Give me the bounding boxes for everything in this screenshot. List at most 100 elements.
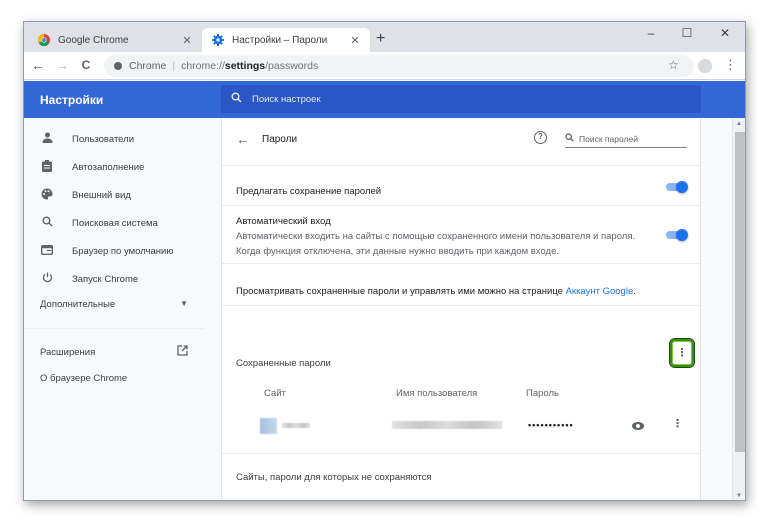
sidebar-item-label: Запуск Chrome [72, 273, 139, 285]
password-masked: ••••••••••• [528, 420, 574, 430]
column-header-site: Сайт [264, 388, 286, 399]
divider [222, 263, 702, 264]
page-scrollbar[interactable]: ▲ ▼ [732, 118, 745, 500]
scroll-up-arrow-icon[interactable]: ▲ [736, 121, 742, 127]
scrollbar-thumb[interactable] [735, 132, 745, 452]
never-saved-heading: Сайты, пароли для которых не сохраняются [236, 472, 432, 483]
divider [222, 453, 702, 454]
sidebar-item-default-browser[interactable]: Браузер по умолчанию [24, 237, 221, 265]
url-text: chrome://settings/passwords [181, 60, 319, 72]
chrome-page-icon [114, 62, 122, 70]
sidebar-item-extensions[interactable]: Расширения [40, 345, 188, 359]
username-blurred [392, 421, 502, 429]
search-icon [40, 216, 54, 230]
minimize-button[interactable]: – [636, 26, 666, 40]
sidebar-divider [24, 328, 204, 329]
reload-button[interactable]: C [78, 57, 94, 73]
scroll-down-arrow-icon[interactable]: ▼ [736, 493, 742, 499]
auto-signin-row: Автоматический вход Автоматически входит… [236, 214, 688, 259]
divider [222, 305, 702, 306]
back-arrow-icon[interactable]: ← [236, 132, 250, 146]
forward-button[interactable]: → [54, 57, 70, 73]
site-favicon-blurred [260, 418, 277, 434]
caret-down-icon: ▼ [180, 299, 188, 308]
saved-passwords-menu-button[interactable]: ⋮ [670, 339, 694, 367]
column-header-password: Пароль [526, 388, 559, 399]
sidebar-item-appearance[interactable]: Внешний вид [24, 181, 221, 209]
settings-search-input[interactable] [252, 93, 652, 105]
tab-title: Настройки – Пароли [232, 34, 328, 46]
omnibox-separator: | [172, 60, 176, 72]
close-tab-icon[interactable]: ✕ [180, 34, 194, 47]
password-row-more-icon[interactable]: ⋮ [672, 419, 683, 430]
maximize-button[interactable]: ☐ [672, 26, 702, 40]
sidebar-item-about-chrome[interactable]: О браузере Chrome [40, 373, 127, 384]
saved-passwords-heading-row: Сохраненные пароли [236, 353, 688, 371]
tab-settings-passwords[interactable]: Настройки – Пароли ✕ [202, 28, 370, 52]
sidebar-item-autofill[interactable]: Автозаполнение [24, 153, 221, 181]
site-name-blurred [282, 423, 310, 428]
more-vert-icon: ⋮ [676, 346, 688, 359]
settings-search-box[interactable] [221, 85, 701, 113]
settings-gear-icon [212, 34, 224, 46]
divider [222, 165, 702, 166]
auto-signin-description-1: Автоматически входить на сайты с помощью… [236, 231, 636, 242]
saved-passwords-heading: Сохраненные пароли [236, 358, 331, 369]
palette-icon [40, 188, 54, 203]
back-button[interactable]: ← [30, 57, 46, 73]
sidebar-item-search-engine[interactable]: Поисковая система [24, 209, 221, 237]
sidebar-item-users[interactable]: Пользователи [24, 125, 221, 153]
help-icon[interactable]: ? [534, 131, 547, 144]
open-in-new-icon [177, 345, 188, 359]
offer-to-save-label: Предлагать сохранение паролей [236, 186, 382, 197]
show-password-eye-icon[interactable] [632, 422, 644, 430]
person-icon [40, 132, 54, 146]
search-icon [231, 92, 242, 106]
google-account-text: Просматривать сохраненные пароли и управ… [236, 286, 566, 297]
browser-menu-icon[interactable]: ⋮ [724, 57, 737, 73]
profile-avatar[interactable] [698, 59, 712, 73]
sidebar-item-label: Автозаполнение [72, 161, 145, 173]
browser-window: Google Chrome ✕ Настройки – Пароли ✕ + – [23, 21, 746, 501]
google-account-link[interactable]: Аккаунт Google [566, 286, 634, 297]
new-tab-button[interactable]: + [376, 30, 385, 48]
tab-strip: Google Chrome ✕ Настройки – Пароли ✕ + – [24, 22, 745, 52]
chrome-logo-icon [38, 34, 50, 46]
sidebar-advanced-toggle[interactable]: Дополнительные ▼ [40, 299, 188, 310]
tab-title: Google Chrome [58, 34, 129, 46]
settings-header: Настройки [24, 81, 745, 118]
google-account-row: Просматривать сохраненные пароли и управ… [236, 286, 636, 297]
divider [222, 205, 702, 206]
browser-toolbar: ← → C Chrome | chrome://settings/passwor… [24, 52, 745, 80]
passwords-card: ← Пароли ? Предлагать сохранение паролей… [221, 118, 702, 500]
browser-window-icon [40, 244, 54, 258]
search-icon [565, 133, 574, 144]
settings-title: Настройки [40, 93, 104, 107]
never-saved-heading-row: Сайты, пароли для которых не сохраняются [236, 467, 688, 485]
extensions-label: Расширения [40, 346, 96, 358]
close-tab-icon[interactable]: ✕ [348, 34, 362, 47]
power-icon [40, 272, 54, 286]
advanced-label: Дополнительные [40, 299, 116, 310]
offer-to-save-row: Предлагать сохранение паролей [236, 181, 688, 199]
clipboard-icon [40, 159, 54, 175]
bookmark-star-icon[interactable]: ☆ [668, 58, 679, 72]
sidebar-item-on-startup[interactable]: Запуск Chrome [24, 265, 221, 293]
offer-to-save-toggle[interactable] [666, 181, 688, 193]
never-saved-empty-row: Здесь появятся сайты, которые никогда не… [264, 499, 716, 500]
sidebar-item-label: Поисковая система [72, 217, 158, 229]
settings-sidebar: Пользователи Автозаполнение Внешний вид … [24, 118, 221, 500]
auto-signin-label: Автоматический вход [236, 216, 331, 227]
auto-signin-description-2: Когда функция отключена, эти данные нужн… [236, 246, 559, 257]
page-title: Пароли [262, 134, 298, 145]
sidebar-item-label: Пользователи [72, 133, 135, 145]
sidebar-item-label: Браузер по умолчанию [72, 245, 174, 257]
column-header-username: Имя пользователя [396, 388, 478, 399]
close-window-button[interactable]: ✕ [710, 26, 740, 40]
omnibox-chip: Chrome [129, 60, 167, 72]
address-bar[interactable]: Chrome | chrome://settings/passwords [104, 55, 694, 77]
password-search-box[interactable] [565, 130, 687, 148]
tab-google-chrome[interactable]: Google Chrome ✕ [30, 28, 202, 52]
auto-signin-toggle[interactable] [666, 229, 688, 241]
password-search-input[interactable] [579, 133, 679, 144]
